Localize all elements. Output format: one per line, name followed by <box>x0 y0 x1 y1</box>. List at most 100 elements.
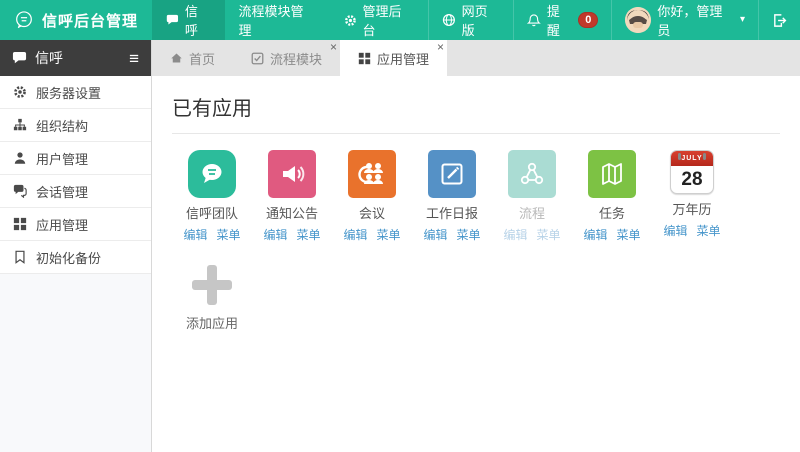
app-tile-workflow: 流程 编辑 菜单 <box>492 150 572 243</box>
sidebar-item-server-settings[interactable]: 服务器设置 <box>0 76 151 109</box>
topbar: 信呼后台管理 信呼 流程模块管理 管理后台 网页版 提醒 0 你好，管理员 ▾ <box>0 0 800 40</box>
sidebar-item-users[interactable]: 用户管理 <box>0 142 151 175</box>
app-icon-folded-map[interactable] <box>588 150 636 198</box>
app-icon-calendar[interactable]: JULY 28 <box>670 150 714 194</box>
sitemap-icon <box>13 118 27 131</box>
chevron-down-icon: ▾ <box>739 14 745 25</box>
topbar-right: 网页版 提醒 0 你好，管理员 ▾ <box>427 0 800 40</box>
app-tile-daily-report: 工作日报 编辑 菜单 <box>412 150 492 243</box>
tab-flow-module[interactable]: 流程模块 × <box>233 40 340 76</box>
sidebar-item-apps[interactable]: 应用管理 <box>0 208 151 241</box>
sidebar-item-sessions[interactable]: 会话管理 <box>0 175 151 208</box>
divider <box>172 133 780 134</box>
close-icon[interactable]: × <box>437 41 444 53</box>
app-edit-link[interactable]: 编辑 <box>183 226 207 243</box>
home-icon <box>171 53 182 63</box>
tab-label: 流程模块 <box>270 51 323 67</box>
sidebar-item-label: 组织结构 <box>36 118 89 134</box>
sidebar-item-organization[interactable]: 组织结构 <box>0 109 151 142</box>
app-icon-speaker[interactable] <box>268 150 316 198</box>
notifications-button[interactable]: 提醒 0 <box>513 0 611 40</box>
add-app-label: 添加应用 <box>185 316 238 331</box>
sidebar-item-label: 用户管理 <box>36 151 89 167</box>
app-icon-chat-bubble[interactable] <box>188 150 236 198</box>
app-name: 万年历 <box>672 202 712 217</box>
brand-title: 信呼后台管理 <box>41 12 138 30</box>
sign-out-icon <box>774 13 787 27</box>
sidebar-header: 信呼 ≡ <box>0 40 151 76</box>
webpage-version-button[interactable]: 网页版 <box>427 0 513 40</box>
tab-label: 首页 <box>189 51 216 67</box>
app-name: 会议 <box>358 206 385 221</box>
app-grid: 信呼团队 编辑 菜单 通知公告 编辑 菜单 会议 编辑 菜单 工作日报 编辑 菜… <box>172 150 780 243</box>
brand: 信呼后台管理 <box>0 0 152 40</box>
main-content: 已有应用 信呼团队 编辑 菜单 通知公告 编辑 菜单 会议 编辑 菜单 工作日报… <box>152 76 800 452</box>
page-title: 已有应用 <box>172 98 252 120</box>
app-tile-xinhu-team: 信呼团队 编辑 菜单 <box>172 150 252 243</box>
app-edit-link[interactable]: 编辑 <box>423 226 447 243</box>
tab-label: 应用管理 <box>377 51 430 67</box>
sidebar-item-label: 应用管理 <box>36 217 89 233</box>
top-nav: 信呼 流程模块管理 管理后台 <box>152 0 428 40</box>
app-name: 流程 <box>518 206 545 221</box>
app-edit-link[interactable]: 编辑 <box>663 222 687 239</box>
sidebar: 信呼 ≡ 服务器设置 组织结构 用户管理 会话管理 应用管理 初始化备份 <box>0 40 152 452</box>
chat-icon <box>12 51 27 63</box>
notification-count-badge: 0 <box>578 12 599 28</box>
tab-home[interactable]: 首页 <box>152 40 233 76</box>
app-icon-share-nodes[interactable] <box>508 150 556 198</box>
topnav-item-xinhu[interactable]: 信呼 <box>152 0 225 40</box>
app-icon-users-group[interactable] <box>348 150 396 198</box>
app-icon-edit-square[interactable] <box>428 150 476 198</box>
topnav-label: 流程模块管理 <box>238 4 304 38</box>
app-name: 通知公告 <box>265 206 318 221</box>
topnav-item-flow-modules[interactable]: 流程模块管理 <box>225 0 330 40</box>
app-tile-calendar: JULY 28 万年历 编辑 菜单 <box>652 150 732 239</box>
app-name: 任务 <box>598 206 625 221</box>
app-tile-announcements: 通知公告 编辑 菜单 <box>252 150 332 243</box>
app-menu-link[interactable]: 菜单 <box>297 226 321 243</box>
bookmark-icon <box>15 250 25 264</box>
notifications-label: 提醒 <box>546 4 560 38</box>
close-icon[interactable]: × <box>330 41 337 53</box>
avatar <box>625 7 652 33</box>
app-tile-tasks: 任务 编辑 菜单 <box>572 150 652 243</box>
tab-bar: 首页 流程模块 × 应用管理 × <box>152 40 800 76</box>
chat-icon <box>166 14 179 25</box>
app-edit-link[interactable]: 编辑 <box>263 226 287 243</box>
app-edit-link[interactable]: 编辑 <box>343 226 367 243</box>
app-name: 工作日报 <box>425 206 478 221</box>
plus-icon[interactable] <box>190 263 234 307</box>
gear-icon <box>344 14 356 26</box>
add-app-tile: 添加应用 <box>172 263 252 332</box>
app-menu-link[interactable]: 菜单 <box>217 226 241 243</box>
hamburger-menu-icon[interactable]: ≡ <box>129 50 139 67</box>
sidebar-item-init-backup[interactable]: 初始化备份 <box>0 241 151 274</box>
app-name: 信呼团队 <box>185 206 238 221</box>
app-edit-link[interactable]: 编辑 <box>503 226 527 243</box>
topnav-label: 信呼 <box>184 4 198 38</box>
tab-app-management[interactable]: 应用管理 × <box>340 40 448 76</box>
globe-icon <box>442 13 455 27</box>
bell-icon <box>527 13 541 26</box>
topnav-label: 管理后台 <box>362 4 402 38</box>
check-square-icon <box>251 52 264 64</box>
sidebar-item-label: 服务器设置 <box>36 85 102 101</box>
sidebar-title: 信呼 <box>35 50 63 66</box>
app-menu-link[interactable]: 菜单 <box>617 226 641 243</box>
app-menu-link[interactable]: 菜单 <box>377 226 401 243</box>
sidebar-item-label: 初始化备份 <box>36 250 102 266</box>
grid-icon <box>358 52 371 64</box>
app-menu-link[interactable]: 菜单 <box>457 226 481 243</box>
app-edit-link[interactable]: 编辑 <box>583 226 607 243</box>
logout-button[interactable] <box>758 0 800 40</box>
app-logo-chat-icon <box>16 11 32 29</box>
app-menu-link[interactable]: 菜单 <box>697 222 721 239</box>
user-icon <box>14 152 26 164</box>
sidebar-item-label: 会话管理 <box>36 184 89 200</box>
gear-icon <box>14 86 26 98</box>
comments-icon <box>13 184 27 198</box>
app-menu-link[interactable]: 菜单 <box>537 226 561 243</box>
topnav-item-admin[interactable]: 管理后台 <box>330 0 428 40</box>
user-menu[interactable]: 你好，管理员 ▾ <box>611 0 758 40</box>
